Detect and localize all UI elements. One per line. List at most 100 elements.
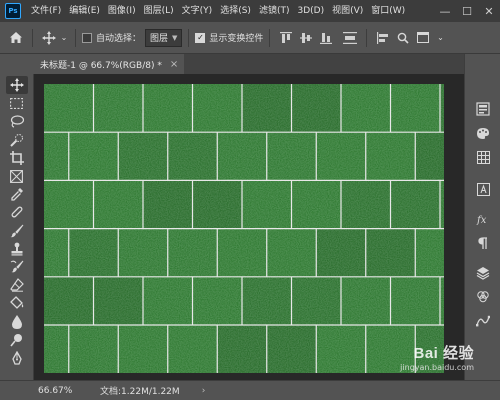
grass-tile bbox=[68, 325, 119, 373]
distribute-icon[interactable] bbox=[342, 30, 358, 46]
grass-tile bbox=[93, 84, 143, 133]
document-canvas[interactable] bbox=[44, 84, 444, 373]
marquee-icon[interactable] bbox=[6, 94, 28, 112]
close-icon[interactable]: × bbox=[170, 59, 178, 70]
separator bbox=[188, 28, 190, 47]
close-button[interactable]: ✕ bbox=[478, 0, 500, 22]
menu-3d[interactable]: 3D(D) bbox=[293, 0, 328, 22]
grass-tile bbox=[217, 325, 267, 373]
crop-icon[interactable] bbox=[6, 149, 28, 167]
options-bar: ⌄ 自动选择： 图层 ▼ ✓ 显示变换控件 ⌄ bbox=[0, 22, 500, 54]
frame-icon[interactable] bbox=[6, 167, 28, 185]
pen-icon[interactable] bbox=[6, 349, 28, 367]
align-top-icon[interactable] bbox=[278, 30, 294, 46]
grass-tile bbox=[316, 228, 366, 277]
history-panel-icon[interactable] bbox=[474, 100, 492, 118]
right-panel-dock: fx bbox=[464, 54, 500, 380]
color-palette-icon[interactable] bbox=[474, 124, 492, 142]
zoom-level[interactable]: 66.67% bbox=[38, 386, 86, 396]
grass-tile bbox=[192, 276, 242, 325]
grass-tile bbox=[266, 325, 317, 373]
paint-bucket-icon[interactable] bbox=[6, 294, 28, 312]
layer-select-value: 图层 bbox=[150, 34, 169, 44]
baidu-jingyan-watermark: Bai 经验 jingyan.baidu.com bbox=[400, 342, 474, 372]
quick-select-icon[interactable] bbox=[6, 131, 28, 149]
grass-tile bbox=[167, 228, 218, 277]
separator bbox=[32, 28, 33, 47]
styles-fx-icon[interactable]: fx bbox=[474, 210, 492, 228]
dodge-icon[interactable] bbox=[6, 331, 28, 349]
eyedropper-icon[interactable] bbox=[6, 185, 28, 203]
watermark-url: jingyan.baidu.com bbox=[400, 363, 474, 372]
move-tool-icon[interactable] bbox=[5, 76, 28, 95]
align-vertical-center-icon[interactable] bbox=[298, 30, 314, 46]
align-bottom-icon[interactable] bbox=[318, 30, 334, 46]
grass-tile bbox=[390, 84, 440, 133]
grass-tile bbox=[365, 132, 416, 181]
clone-stamp-icon[interactable] bbox=[6, 240, 28, 258]
menu-layer[interactable]: 图层(L) bbox=[140, 0, 178, 22]
window-controls: — ☐ ✕ bbox=[434, 0, 500, 22]
history-brush-icon[interactable] bbox=[6, 258, 28, 276]
grass-tile bbox=[266, 228, 317, 277]
layers-panel-icon[interactable] bbox=[474, 264, 492, 282]
grass-tile bbox=[118, 132, 168, 181]
menu-type[interactable]: 文字(Y) bbox=[178, 0, 217, 22]
layer-select-dropdown[interactable]: 图层 ▼ bbox=[145, 28, 183, 47]
grass-tile bbox=[266, 132, 317, 181]
grass-tile bbox=[143, 180, 193, 229]
grass-tile bbox=[365, 228, 416, 277]
channels-panel-icon[interactable] bbox=[474, 288, 492, 306]
canvas-workspace[interactable] bbox=[34, 74, 464, 380]
blur-icon[interactable] bbox=[6, 312, 28, 330]
menu-file[interactable]: 文件(F) bbox=[27, 0, 65, 22]
align-toolbar bbox=[276, 30, 360, 46]
grass-tile bbox=[44, 84, 94, 133]
minimize-button[interactable]: — bbox=[434, 0, 456, 22]
tools-panel bbox=[0, 74, 34, 380]
grass-tile bbox=[415, 132, 444, 181]
maximize-button[interactable]: ☐ bbox=[456, 0, 478, 22]
menu-window[interactable]: 窗口(W) bbox=[367, 0, 409, 22]
grass-tile bbox=[415, 228, 444, 277]
move-tool-icon[interactable] bbox=[39, 27, 59, 49]
show-transform-label: 显示变换控件 bbox=[209, 34, 264, 44]
workspace-icon[interactable] bbox=[413, 27, 433, 49]
separator bbox=[75, 28, 76, 47]
document-info: 文档:1.22M/1.22M bbox=[100, 387, 180, 397]
eraser-icon[interactable] bbox=[6, 276, 28, 294]
menu-view[interactable]: 视图(V) bbox=[328, 0, 367, 22]
grass-tile bbox=[217, 228, 267, 277]
grass-tile bbox=[118, 325, 168, 373]
document-tab[interactable]: 未标题-1 @ 66.7%(RGB/8) * × bbox=[34, 54, 185, 74]
lasso-icon[interactable] bbox=[6, 112, 28, 130]
swatches-grid-icon[interactable] bbox=[474, 148, 492, 166]
photoshop-logo: Ps bbox=[5, 3, 21, 19]
grass-tile bbox=[93, 276, 143, 325]
healing-brush-icon[interactable] bbox=[6, 203, 28, 221]
search-icon[interactable] bbox=[393, 27, 413, 49]
paths-panel-icon[interactable] bbox=[474, 312, 492, 330]
home-icon[interactable] bbox=[6, 27, 26, 49]
grass-tile bbox=[341, 276, 391, 325]
align-left-icon[interactable] bbox=[373, 27, 393, 49]
grass-tile bbox=[167, 132, 218, 181]
grass-tile bbox=[143, 84, 193, 133]
auto-select-label: 自动选择： bbox=[96, 34, 142, 44]
share-icon[interactable]: ⌄ bbox=[433, 27, 447, 49]
character-panel-icon[interactable] bbox=[474, 180, 492, 198]
menu-edit[interactable]: 编辑(E) bbox=[65, 0, 104, 22]
status-bar: 66.67% 文档:1.22M/1.22M › bbox=[0, 380, 500, 400]
auto-select-checkbox[interactable] bbox=[82, 32, 92, 43]
grass-tile bbox=[291, 180, 341, 229]
chevron-right-icon[interactable]: › bbox=[202, 386, 206, 396]
paragraph-panel-icon[interactable] bbox=[474, 234, 492, 252]
menu-select[interactable]: 选择(S) bbox=[216, 0, 255, 22]
show-transform-checkbox[interactable]: ✓ bbox=[195, 32, 206, 43]
grass-tile-pattern bbox=[44, 84, 444, 373]
chevron-down-icon[interactable]: ⌄ bbox=[59, 27, 69, 49]
brush-icon[interactable] bbox=[6, 222, 28, 240]
menu-filter[interactable]: 滤镜(T) bbox=[255, 0, 294, 22]
grass-tile bbox=[242, 276, 292, 325]
menu-image[interactable]: 图像(I) bbox=[104, 0, 140, 22]
